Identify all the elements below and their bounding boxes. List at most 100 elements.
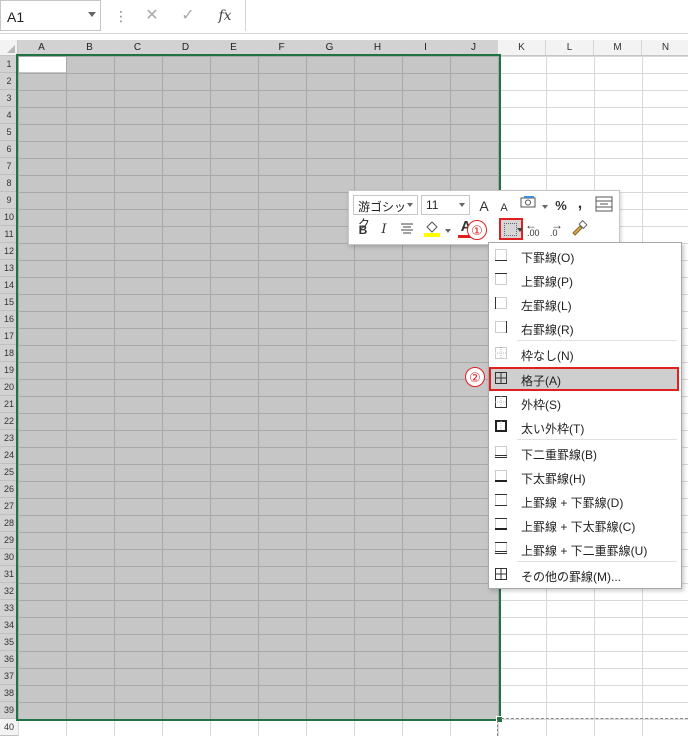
merge-center-icon[interactable] [594, 196, 614, 216]
row-header-2[interactable]: 2 [0, 73, 18, 90]
row-header-18[interactable]: 18 [0, 345, 18, 362]
row-header-14[interactable]: 14 [0, 277, 18, 294]
borders-icon [504, 223, 517, 236]
row-header-35[interactable]: 35 [0, 634, 18, 651]
row-header-9[interactable]: 9 [0, 192, 18, 209]
row-header-37[interactable]: 37 [0, 668, 18, 685]
row-header-39[interactable]: 39 [0, 702, 18, 719]
borders-button[interactable] [499, 218, 523, 240]
font-size-dropdown[interactable]: 11 [421, 195, 470, 215]
chevron-down-icon[interactable] [445, 229, 451, 233]
column-header-d[interactable]: D [162, 40, 210, 55]
row-header-32[interactable]: 32 [0, 583, 18, 600]
row-header-26[interactable]: 26 [0, 481, 18, 498]
name-box[interactable]: A1 [0, 0, 101, 31]
row-header-19[interactable]: 19 [0, 362, 18, 379]
decrease-font-size-icon[interactable]: A [497, 198, 511, 218]
row-header-7[interactable]: 7 [0, 158, 18, 175]
row-header-13[interactable]: 13 [0, 260, 18, 277]
border-menu-item-left-border[interactable]: 左罫線(L) [489, 292, 679, 316]
column-header-m[interactable]: M [594, 40, 642, 55]
row-header-40[interactable]: 40 [0, 719, 18, 736]
name-box-value: A1 [7, 9, 25, 25]
more-options-icon[interactable]: ⋮ [114, 8, 128, 25]
border-menu-item-no-border[interactable]: 枠なし(N) [489, 342, 679, 366]
row-header-20[interactable]: 20 [0, 379, 18, 396]
formula-input[interactable] [245, 0, 688, 31]
column-header-f[interactable]: F [258, 40, 306, 55]
row-header-29[interactable]: 29 [0, 532, 18, 549]
active-cell[interactable] [19, 57, 66, 72]
comma-style-icon[interactable]: , [575, 194, 585, 214]
chevron-down-icon[interactable] [542, 205, 548, 209]
border-menu-item-right-border[interactable]: 右罫線(R) [489, 316, 679, 340]
border-menu-item-top-thick-bottom-border[interactable]: 上罫線 + 下太罫線(C) [489, 513, 679, 537]
column-header-a[interactable]: A [18, 40, 66, 55]
row-header-15[interactable]: 15 [0, 294, 18, 311]
border-menu-item-bottom-border[interactable]: 下罫線(O) [489, 244, 679, 268]
row-header-21[interactable]: 21 [0, 396, 18, 413]
row-header-23[interactable]: 23 [0, 430, 18, 447]
row-header-31[interactable]: 31 [0, 566, 18, 583]
decrease-decimal-icon[interactable]: → .0 [547, 218, 565, 239]
row-header-12[interactable]: 12 [0, 243, 18, 260]
format-painter-icon[interactable] [569, 219, 589, 239]
border-menu-item-more-borders[interactable]: その他の罫線(M)... [489, 563, 679, 587]
row-header-28[interactable]: 28 [0, 515, 18, 532]
row-header-30[interactable]: 30 [0, 549, 18, 566]
row-header-36[interactable]: 36 [0, 651, 18, 668]
row-header-38[interactable]: 38 [0, 685, 18, 702]
row-header-25[interactable]: 25 [0, 464, 18, 481]
row-header-24[interactable]: 24 [0, 447, 18, 464]
bold-button[interactable]: B [356, 220, 370, 240]
border-menu-item-bottom-double-border[interactable]: 下二重罫線(B) [489, 441, 679, 465]
border-menu-item-all-borders[interactable]: 格子(A) [489, 367, 679, 391]
column-header-j[interactable]: J [450, 40, 498, 55]
border-menu-item-thick-bottom-border[interactable]: 下太罫線(H) [489, 465, 679, 489]
row-header-10[interactable]: 10 [0, 209, 18, 226]
border-menu-item-top-double-bottom-border[interactable]: 上罫線 + 下二重罫線(U) [489, 537, 679, 561]
chevron-down-icon[interactable] [517, 228, 523, 232]
chevron-down-icon[interactable] [88, 12, 96, 17]
increase-font-size-icon[interactable]: A [476, 196, 492, 216]
row-header-34[interactable]: 34 [0, 617, 18, 634]
column-header-e[interactable]: E [210, 40, 258, 55]
row-header-16[interactable]: 16 [0, 311, 18, 328]
border-menu-item-thick-box-border[interactable]: 太い外枠(T) [489, 415, 679, 439]
align-center-icon[interactable] [399, 220, 415, 240]
select-all-button[interactable] [0, 40, 18, 55]
increase-decimal-label: .00 [527, 228, 540, 238]
column-header-b[interactable]: B [66, 40, 114, 55]
column-header-c[interactable]: C [114, 40, 162, 55]
cancel-icon[interactable]: ✕ [141, 4, 163, 28]
enter-icon[interactable]: ✓ [177, 4, 199, 28]
row-header-5[interactable]: 5 [0, 124, 18, 141]
accounting-format-icon[interactable] [518, 195, 540, 215]
row-header-1[interactable]: 1 [0, 56, 18, 73]
column-header-l[interactable]: L [546, 40, 594, 55]
column-header-n[interactable]: N [642, 40, 688, 55]
row-header-6[interactable]: 6 [0, 141, 18, 158]
border-menu-item-outside-borders[interactable]: 外枠(S) [489, 391, 679, 415]
column-header-g[interactable]: G [306, 40, 354, 55]
column-header-i[interactable]: I [402, 40, 450, 55]
selected-range[interactable] [16, 54, 501, 721]
row-header-3[interactable]: 3 [0, 90, 18, 107]
row-header-17[interactable]: 17 [0, 328, 18, 345]
row-header-11[interactable]: 11 [0, 226, 18, 243]
border-menu-item-top-border[interactable]: 上罫線(P) [489, 268, 679, 292]
row-header-8[interactable]: 8 [0, 175, 18, 192]
increase-decimal-icon[interactable]: ← .00 [525, 218, 543, 239]
row-header-4[interactable]: 4 [0, 107, 18, 124]
font-name-dropdown[interactable]: 游ゴシック [353, 195, 418, 231]
percent-style-icon[interactable]: % [553, 196, 569, 216]
insert-function-icon[interactable]: fx [214, 4, 236, 28]
italic-button[interactable]: I [378, 220, 390, 240]
border-menu-item-top-bottom-border[interactable]: 上罫線 + 下罫線(D) [489, 489, 679, 513]
fill-color-icon[interactable] [421, 219, 443, 239]
column-header-h[interactable]: H [354, 40, 402, 55]
row-header-33[interactable]: 33 [0, 600, 18, 617]
row-header-22[interactable]: 22 [0, 413, 18, 430]
column-header-k[interactable]: K [498, 40, 546, 55]
row-header-27[interactable]: 27 [0, 498, 18, 515]
